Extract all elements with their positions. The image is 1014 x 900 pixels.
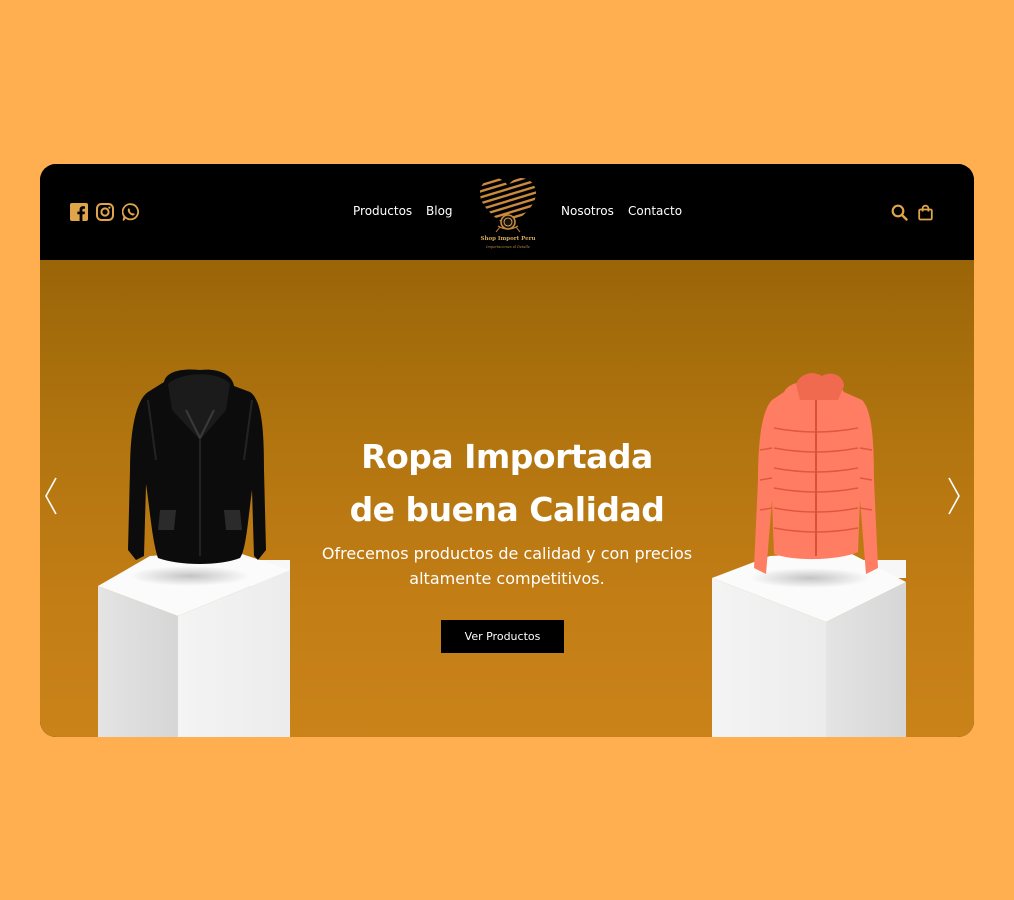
hero-title-line-2: de buena Calidad xyxy=(349,490,665,529)
facebook-icon[interactable] xyxy=(70,203,88,221)
nav-link-contacto[interactable]: Contacto xyxy=(628,204,682,218)
hero-slider: Ropa Importada de buena Calidad Ofrecemo… xyxy=(40,260,974,737)
website-preview-frame: Productos Blog Shop Import Peru Importac… xyxy=(40,164,974,737)
right-pedestal xyxy=(712,552,906,737)
nav-link-nosotros[interactable]: Nosotros xyxy=(561,204,614,218)
black-hoodie-product[interactable] xyxy=(128,369,266,565)
logo-tagline: Importaciones al Detalle xyxy=(486,245,530,249)
shopping-bag-icon[interactable] xyxy=(917,204,934,221)
nav-link-productos[interactable]: Productos xyxy=(353,204,412,218)
logo-name: Shop Import Peru xyxy=(480,236,536,242)
coral-jacket-product[interactable] xyxy=(754,373,878,574)
heart-logo-icon xyxy=(480,178,536,233)
hero-subtitle: Ofrecemos productos de calidad y con pre… xyxy=(321,544,693,588)
site-logo[interactable]: Shop Import Peru Importaciones al Detall… xyxy=(472,174,544,254)
chevron-left-icon[interactable] xyxy=(43,476,59,516)
whatsapp-icon[interactable] xyxy=(122,203,140,221)
instagram-icon[interactable] xyxy=(96,203,114,221)
search-icon[interactable] xyxy=(891,204,908,221)
site-header: Productos Blog Shop Import Peru Importac… xyxy=(40,164,974,260)
nav-link-blog[interactable]: Blog xyxy=(426,204,453,218)
left-pedestal xyxy=(98,550,290,737)
ver-productos-button[interactable]: Ver Productos xyxy=(441,620,564,653)
hero-title: Ropa Importada de buena Calidad xyxy=(307,430,707,536)
social-links xyxy=(70,203,140,221)
hero-title-line-1: Ropa Importada xyxy=(361,437,653,476)
chevron-right-icon[interactable] xyxy=(946,476,962,516)
